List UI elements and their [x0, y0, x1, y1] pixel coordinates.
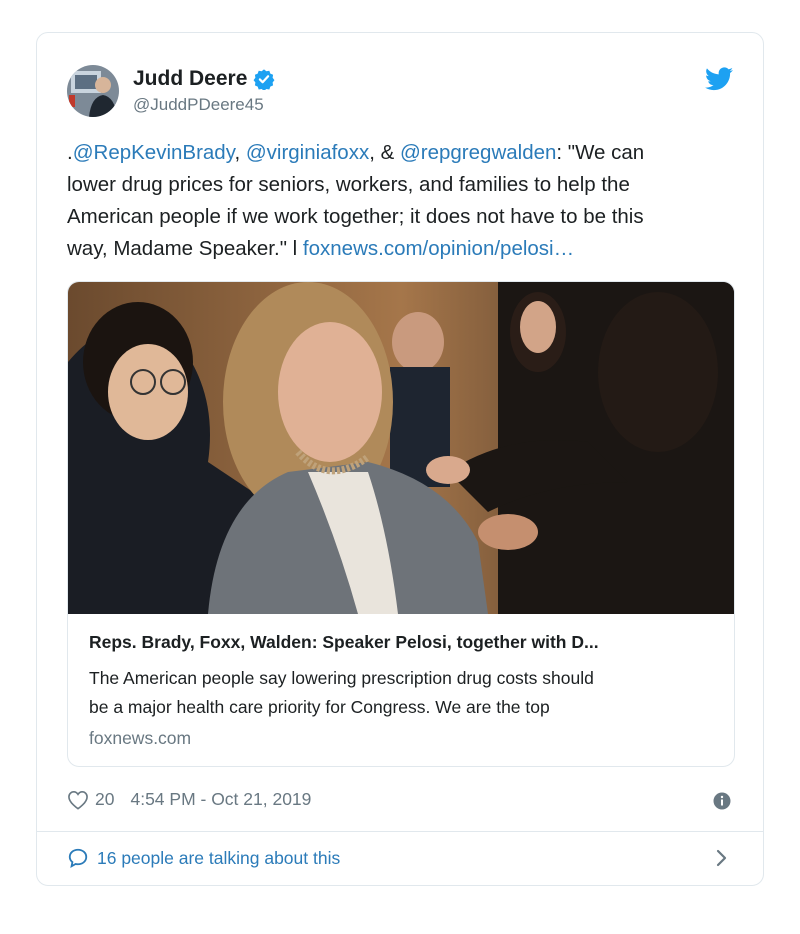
twitter-bird-icon[interactable] [705, 67, 733, 91]
card-title[interactable]: Reps. Brady, Foxx, Walden: Speaker Pelos… [89, 632, 599, 653]
article-photo [68, 282, 734, 614]
chat-bubble-icon [68, 848, 88, 869]
card-description-line-2: be a major health care priority for Cong… [89, 697, 550, 717]
tweet-text-line-1: .@RepKevinBrady, @virginiafoxx, & @repgr… [67, 137, 747, 169]
text-fragment: , & [369, 141, 400, 164]
tweet-text-line-4: way, Madame Speaker." l foxnews.com/opin… [67, 233, 747, 265]
tweet-meta: 20 4:54 PM - Oct 21, 2019 [67, 789, 311, 810]
avatar[interactable] [67, 65, 119, 117]
mention-repkevinbrady[interactable]: @RepKevinBrady [73, 141, 235, 164]
author-name[interactable]: Judd Deere [133, 67, 247, 91]
link-preview-card[interactable]: Reps. Brady, Foxx, Walden: Speaker Pelos… [67, 281, 735, 767]
divider [37, 831, 763, 832]
verified-badge-icon [253, 69, 275, 90]
text-fragment: : "We can [556, 141, 645, 164]
mention-virginiafoxx[interactable]: @virginiafoxx [246, 141, 369, 164]
tweet-text: .@RepKevinBrady, @virginiafoxx, & @repgr… [67, 137, 747, 265]
tweet-text-line-2: lower drug prices for seniors, workers, … [67, 173, 630, 196]
conversation-link[interactable]: 16 people are talking about this [67, 847, 340, 869]
card-description-line-1: The American people say lowering prescri… [89, 668, 594, 688]
text-fragment: , [234, 141, 246, 164]
talking-label[interactable]: 16 people are talking about this [97, 848, 340, 869]
timestamp[interactable]: 4:54 PM - Oct 21, 2019 [130, 789, 311, 810]
card-domain: foxnews.com [89, 728, 192, 748]
author-row[interactable]: Judd Deere [133, 67, 275, 91]
embedded-tweet-card: Judd Deere @JuddPDeere45 .@RepKevinBrady… [36, 32, 764, 886]
chevron-right-icon[interactable] [715, 848, 729, 868]
mention-repgregwalden[interactable]: @repgregwalden [400, 141, 556, 164]
author-handle[interactable]: @JuddPDeere45 [133, 95, 264, 115]
card-description: The American people say lowering prescri… [89, 664, 714, 722]
info-icon[interactable] [713, 792, 731, 810]
text-fragment: way, Madame Speaker." l [67, 237, 303, 260]
like-count[interactable]: 20 [95, 789, 114, 810]
tweet-text-line-3: American people if we work together; it … [67, 205, 644, 228]
article-link[interactable]: foxnews.com/opinion/pelosi… [303, 237, 574, 260]
heart-icon[interactable] [67, 790, 89, 810]
